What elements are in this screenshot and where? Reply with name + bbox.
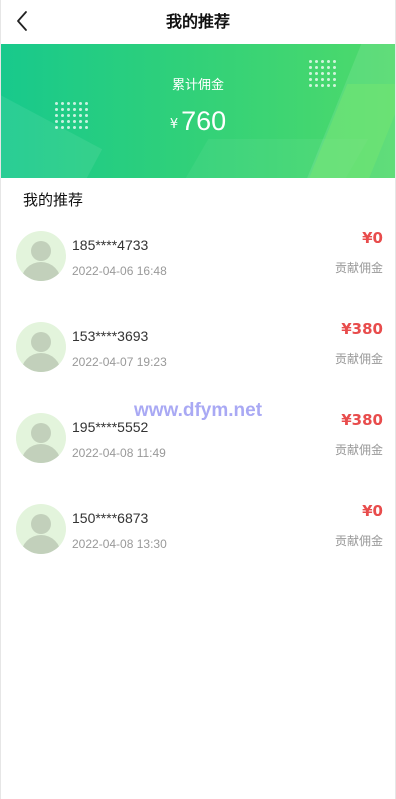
referral-phone: 150****6873 [72, 510, 149, 526]
avatar [16, 504, 66, 554]
nav-bar: 我的推荐 [1, 0, 395, 44]
total-commission-amount: ¥760 [1, 106, 395, 137]
total-commission-label: 累计佣金 [171, 78, 224, 93]
contributed-label: 贡献佣金 [334, 534, 383, 548]
decor-dot [73, 102, 76, 105]
decor-dot [321, 60, 324, 63]
decor-dot [333, 66, 336, 69]
contributed-amount: ¥380 [341, 411, 383, 429]
decor-dot [61, 102, 64, 105]
decor-dot [309, 60, 312, 63]
decor-dot [79, 102, 82, 105]
decor-dot [327, 66, 330, 69]
decor-dot [333, 60, 336, 63]
referral-time: 2022-04-08 13:30 [72, 537, 167, 551]
referral-time: 2022-04-06 16:48 [72, 264, 167, 278]
contributed-label: 贡献佣金 [334, 443, 383, 457]
page-title: 我的推荐 [165, 12, 230, 31]
contributed-label: 贡献佣金 [334, 352, 383, 366]
referral-time: 2022-04-07 19:23 [72, 355, 167, 369]
decor-dot [55, 102, 58, 105]
avatar [16, 413, 66, 463]
referral-phone: 195****5552 [72, 419, 149, 435]
referral-phone: 185****4733 [72, 237, 149, 253]
referral-page: 我的推荐 累计佣金 ¥760 我的推荐 185****4733 2022-04-… [0, 0, 396, 799]
decor-dot [309, 66, 312, 69]
avatar [16, 322, 66, 372]
contributed-amount: ¥0 [362, 502, 383, 520]
decor-dot [67, 102, 70, 105]
decor-dot [327, 60, 330, 63]
currency-symbol: ¥ [169, 117, 179, 132]
contributed-amount: ¥380 [341, 320, 383, 338]
total-commission-value: 760 [181, 106, 227, 136]
referral-phone: 153****3693 [72, 328, 149, 344]
decor-dot [315, 66, 318, 69]
referral-time: 2022-04-08 11:49 [72, 446, 166, 460]
commission-banner: 累计佣金 ¥760 [1, 44, 395, 178]
referral-list: 185****4733 2022-04-06 16:48 ¥0 贡献佣金 153… [1, 215, 395, 579]
list-item[interactable]: 195****5552 2022-04-08 11:49 ¥380 贡献佣金 [1, 397, 395, 488]
list-item[interactable]: 150****6873 2022-04-08 13:30 ¥0 贡献佣金 [1, 488, 395, 579]
list-item[interactable]: 153****3693 2022-04-07 19:23 ¥380 贡献佣金 [1, 306, 395, 397]
list-item[interactable]: 185****4733 2022-04-06 16:48 ¥0 贡献佣金 [1, 215, 395, 306]
section-title: 我的推荐 [23, 191, 84, 209]
contributed-label: 贡献佣金 [334, 261, 383, 275]
decor-dot [315, 60, 318, 63]
decor-dot [85, 102, 88, 105]
avatar [16, 231, 66, 281]
contributed-amount: ¥0 [362, 229, 383, 247]
decor-dot [321, 66, 324, 69]
